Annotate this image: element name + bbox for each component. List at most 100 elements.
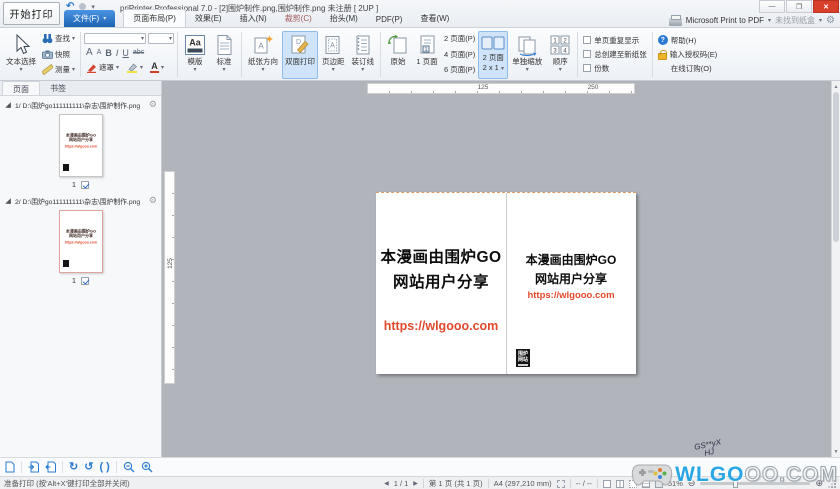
standard-button[interactable]: 标准 ▾ xyxy=(210,31,238,79)
help-button[interactable]: ? 帮助(H) xyxy=(657,35,718,46)
chevron-down-icon[interactable]: ▾ xyxy=(768,17,771,24)
zoom-in-icon[interactable]: ⊕ xyxy=(815,478,823,489)
tab-letterhead[interactable]: 抬头(M) xyxy=(321,10,367,27)
view-mode-grid-icon[interactable] xyxy=(654,479,663,488)
grow-font-button[interactable]: A xyxy=(86,48,93,58)
measure-button[interactable]: 测量 ▾ xyxy=(40,64,77,75)
zoom-slider[interactable] xyxy=(700,479,811,488)
next-page-icon[interactable]: ▶ xyxy=(413,480,418,487)
tab-page-layout[interactable]: 页面布局(P) xyxy=(123,9,186,27)
scroll-up-icon[interactable]: ▲ xyxy=(832,82,840,91)
order-online-button[interactable]: 在线订购(O) xyxy=(658,63,718,74)
strikethrough-button[interactable]: abc xyxy=(133,48,144,58)
mask-button[interactable]: 遮罩 ▾ xyxy=(84,62,121,73)
font-color-button[interactable]: A ▾ xyxy=(148,62,166,73)
font-family-combo[interactable]: ▾ xyxy=(84,33,147,44)
two-pages-button[interactable]: 2 页面 2 x 1 ▾ xyxy=(478,31,509,79)
zoom-out-button[interactable] xyxy=(123,461,135,473)
previous-view-button[interactable] xyxy=(28,461,39,473)
view-mode-facing-icon[interactable] xyxy=(615,479,624,488)
start-print-button[interactable]: 开始打印 xyxy=(3,2,60,25)
chevron-down-icon: ▾ xyxy=(72,67,76,73)
zoom-slider-thumb[interactable] xyxy=(733,479,739,488)
paper-tray-status[interactable]: 未找到纸盒 xyxy=(775,15,815,26)
rotate-cw-icon[interactable]: ↻ xyxy=(69,461,78,473)
group-font: ▾ ▾ A A B I U abc 遮罩 ▾ ▾ A ▾ xyxy=(83,30,175,79)
page-settings-gear-icon[interactable]: ⚙ xyxy=(149,99,157,110)
shrink-font-button[interactable]: A xyxy=(97,48,102,58)
tab-effects[interactable]: 效果(E) xyxy=(186,10,231,27)
one-page-icon: 1 xyxy=(416,34,438,56)
one-page-button[interactable]: 1 1 页面 xyxy=(413,31,441,79)
scrollbar-thumb[interactable] xyxy=(833,92,839,242)
enter-license-button[interactable]: 输入授权码(E) xyxy=(657,49,717,60)
find-button[interactable]: 查找 ▾ xyxy=(40,33,77,44)
page-thumbnail[interactable]: 本漫画由围炉GO 网站用户分享 https://wlgooo.com xyxy=(58,114,103,177)
printer-settings-gear-icon[interactable]: ⚙ xyxy=(826,15,835,26)
vertical-scrollbar[interactable]: ▲ ▼ xyxy=(831,81,840,457)
tab-crop[interactable]: 裁剪(C) xyxy=(276,10,321,27)
original-layout-button[interactable]: 原始 xyxy=(384,31,412,79)
page-margins-button[interactable]: A 页边距 ▾ xyxy=(319,31,348,79)
collapse-triangle-icon[interactable] xyxy=(5,101,11,108)
printer-name[interactable]: Microsoft Print to PDF xyxy=(686,16,764,25)
font-size-combo[interactable]: ▾ xyxy=(148,33,175,44)
resize-grip[interactable] xyxy=(828,480,836,488)
paper-orientation-button[interactable]: A 纸张方向 ▾ xyxy=(245,31,281,79)
svg-text:D: D xyxy=(296,39,301,46)
next-view-button[interactable] xyxy=(45,461,56,473)
pages-4-button[interactable]: 4 页面(P) xyxy=(442,49,477,60)
prev-page-icon[interactable]: ◀ xyxy=(384,480,389,487)
gutter-button[interactable]: 装订线 ▾ xyxy=(349,31,378,79)
zoom-in-button[interactable] xyxy=(141,461,153,473)
checkbox-icon xyxy=(583,36,592,44)
collapse-triangle-icon[interactable] xyxy=(5,197,11,204)
scroll-down-icon[interactable]: ▼ xyxy=(832,447,840,456)
duplex-print-button[interactable]: D 双面打印 xyxy=(282,31,319,79)
page-settings-gear-icon[interactable]: ⚙ xyxy=(149,195,157,206)
highlight-button[interactable]: ▾ xyxy=(124,62,145,73)
page-enabled-checkbox[interactable] xyxy=(81,180,90,189)
tab-file[interactable]: 文件(F) ▾ xyxy=(64,10,116,27)
group-selection: 文本选择 ▾ 查找 ▾ 快照 测量 ▾ xyxy=(2,30,78,79)
rotate-180-icon[interactable]: ( ) xyxy=(99,461,109,473)
tab-pdf[interactable]: PDF(P) xyxy=(367,12,412,27)
camera-icon xyxy=(42,49,53,60)
print-preview-area[interactable]: 125 250 125 本漫画由围炉GO 网站用户分享 https://wlgoo… xyxy=(162,81,831,457)
underline-button[interactable]: U xyxy=(122,48,129,58)
snapshot-button[interactable]: 快照 xyxy=(40,49,77,60)
group-options: 单页重复显示 总创建至新纸张 份数 xyxy=(580,30,650,79)
zoom-out-icon[interactable]: ⊖ xyxy=(688,478,696,489)
preview-sheet[interactable]: 本漫画由围炉GO 网站用户分享 https://wlgooo.com 本漫画由围炉… xyxy=(376,192,636,374)
page-group-header[interactable]: 1/ D:\围炉go111111111\杂志\围炉制作.png ⚙ xyxy=(0,96,161,111)
close-button[interactable]: ✕ xyxy=(813,0,839,13)
page-group-header[interactable]: 2/ D:\围炉go111111111\杂志\围炉制作.png ⚙ xyxy=(0,192,161,207)
copies-checkbox[interactable]: 份数 xyxy=(583,63,647,74)
bold-button[interactable]: B xyxy=(105,48,112,58)
template-button[interactable]: Aa 模版 ▾ xyxy=(181,31,209,79)
text-select-button[interactable]: 文本选择 ▾ xyxy=(3,31,39,79)
pages-2-button[interactable]: 2 页面(P) xyxy=(442,33,477,44)
pages-6-button[interactable]: 6 页面(P) xyxy=(442,64,477,75)
create-on-new-sheet-checkbox[interactable]: 总创建至新纸张 xyxy=(583,49,647,60)
minimize-button[interactable]: — xyxy=(759,0,785,13)
view-mode-single-icon[interactable] xyxy=(602,479,611,488)
repeat-single-page-checkbox[interactable]: 单页重复显示 xyxy=(583,35,647,46)
page-enabled-checkbox[interactable] xyxy=(81,276,90,285)
maximize-button[interactable]: ❐ xyxy=(786,0,812,13)
scale-separately-button[interactable]: 单独缩放 ▾ xyxy=(509,31,545,79)
tab-insert[interactable]: 插入(N) xyxy=(231,10,276,27)
tab-view[interactable]: 查看(W) xyxy=(411,10,458,27)
order-button[interactable]: 1234 顺序 ▾ xyxy=(546,31,574,79)
panel-tab-pages[interactable]: 页面 xyxy=(2,81,40,95)
view-mode-continuous-icon[interactable] xyxy=(628,479,637,488)
chevron-down-icon[interactable]: ▾ xyxy=(819,17,822,24)
view-mode-thumbnails-icon[interactable] xyxy=(641,479,650,488)
italic-button[interactable]: I xyxy=(116,48,119,58)
page-thumbnail[interactable]: 本漫画由围炉GO 网站用户分享 https://wlgooo.com xyxy=(58,210,103,273)
crop-marks-icon[interactable] xyxy=(556,479,565,488)
chevron-down-icon: ▾ xyxy=(525,67,529,73)
new-view-button[interactable] xyxy=(5,461,15,473)
panel-tab-bookmarks[interactable]: 书签 xyxy=(40,81,76,95)
rotate-ccw-icon[interactable]: ↺ xyxy=(84,461,93,473)
